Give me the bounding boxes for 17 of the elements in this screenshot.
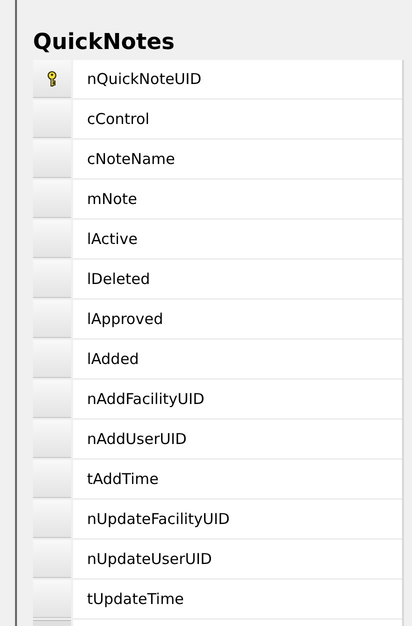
column-name[interactable]: tAddTime bbox=[73, 460, 402, 498]
column-name[interactable]: nQuickNoteUID bbox=[73, 60, 402, 98]
column-name[interactable]: lDeleted bbox=[73, 260, 402, 298]
row-selector[interactable] bbox=[33, 60, 71, 98]
column-name[interactable]: nAddUserUID bbox=[73, 420, 402, 458]
column-name[interactable]: nUpdateUserUID bbox=[73, 540, 402, 578]
column-name[interactable]: lAdded bbox=[73, 340, 402, 378]
column-name[interactable]: nUpdateFacilityUID bbox=[73, 500, 402, 538]
column-name[interactable]: tUpdateTime bbox=[73, 580, 402, 618]
column-name[interactable]: mNote bbox=[73, 180, 402, 218]
column-name[interactable]: cControl bbox=[73, 100, 402, 138]
column-name[interactable]: cNoteName bbox=[73, 140, 402, 178]
table-title: QuickNotes bbox=[33, 29, 176, 57]
column-name[interactable]: lActive bbox=[73, 220, 402, 258]
column-name[interactable]: nAddFacilityUID bbox=[73, 380, 402, 418]
key-icon bbox=[47, 70, 57, 86]
column-name[interactable]: lApproved bbox=[73, 300, 402, 338]
